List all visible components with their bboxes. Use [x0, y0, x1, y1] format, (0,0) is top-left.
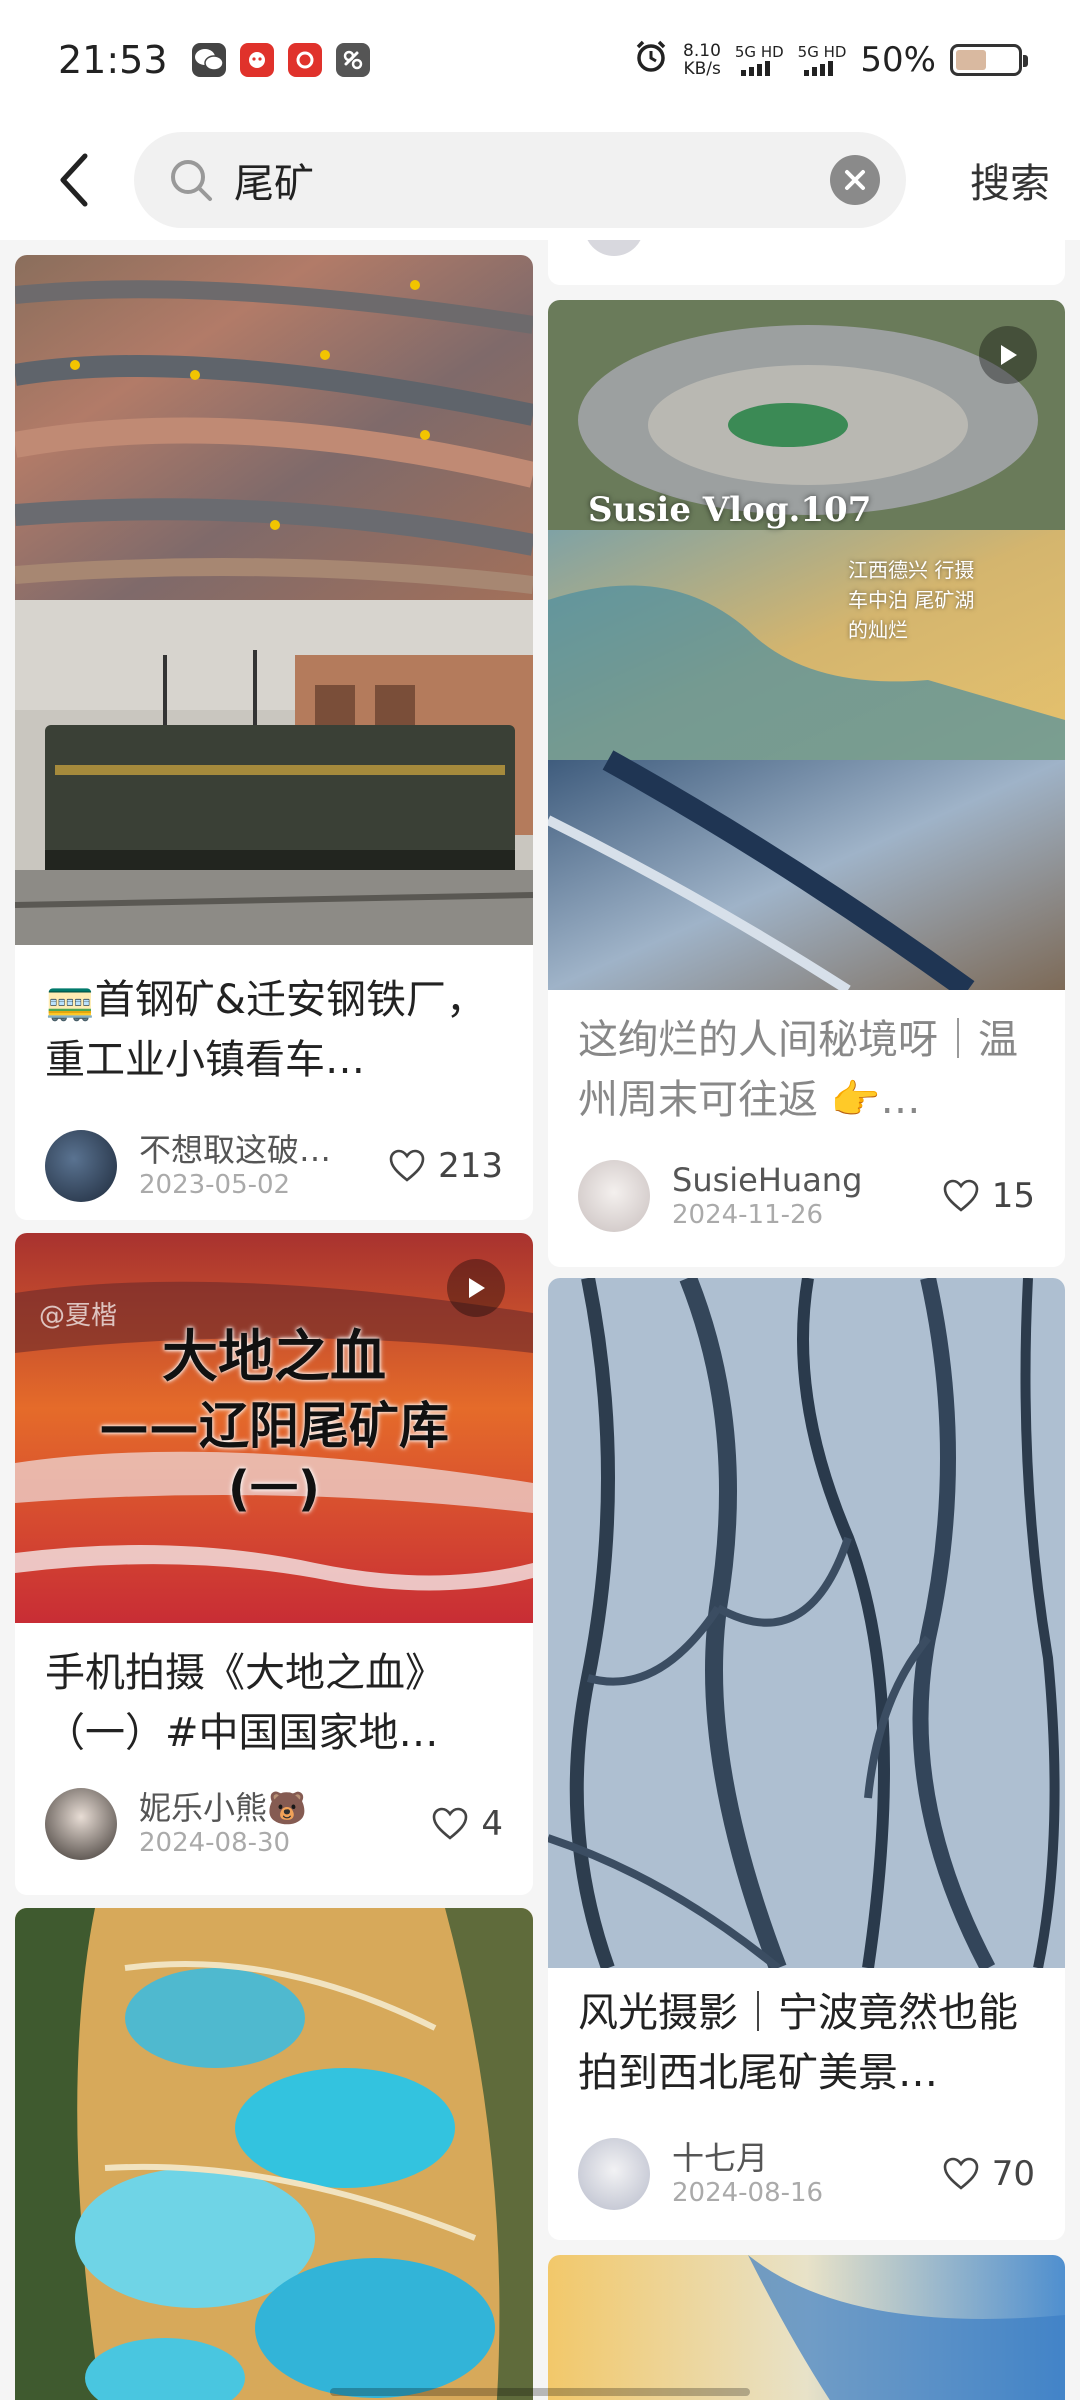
heart-icon: [389, 1149, 425, 1182]
note-meta: 妮乐小熊🐻 2024-08-30 4: [45, 1788, 503, 1860]
heart-icon: [943, 1179, 979, 1212]
like-button[interactable]: 15: [942, 1176, 1035, 1216]
status-right: 8.10 KB/s 5G HD 5G HD 50%: [633, 38, 1028, 83]
note-title: 风光摄影｜宁波竟然也能拍到西北尾矿美景…: [578, 1990, 1018, 2096]
like-count: 4: [481, 1804, 503, 1844]
like-count: 15: [991, 1176, 1035, 1216]
net-speed-unit: KB/s: [683, 59, 721, 79]
author-info: 不想取这破… 2023-05-02: [139, 1131, 331, 1201]
search-input[interactable]: [234, 157, 830, 203]
author-avatar[interactable]: [578, 2138, 650, 2210]
heart-icon: [943, 2157, 979, 2190]
video-overlay-title: 大地之血 ——辽阳尾矿库 (一): [15, 1323, 533, 1519]
note-meta: 不想取这破… 2023-05-02 213: [45, 1130, 503, 1202]
note-cover-image: [15, 255, 533, 945]
overlay-line-1: 大地之血: [162, 1325, 386, 1390]
results-feed[interactable]: 🚃首钢矿&迁安钢铁厂，重工业小镇看车… 不想取这破… 2023-05-02 21…: [0, 240, 1080, 2400]
note-date: 2023-05-02: [139, 1170, 291, 1200]
netease-music-icon: [287, 43, 322, 77]
note-date: 2023-11-25: [673, 240, 824, 244]
net-speed: 8.10 KB/s: [683, 42, 721, 78]
note-meta: 十七月 2024-08-16 70: [578, 2138, 1035, 2210]
notification-icons: [191, 43, 370, 77]
close-icon: [845, 170, 865, 190]
alarm-icon: [633, 38, 669, 83]
author-name[interactable]: SusieHuang: [672, 1161, 862, 1199]
signal-1: 5G HD: [735, 44, 784, 76]
author-name[interactable]: 妮乐小熊🐻: [139, 1789, 307, 1827]
play-icon: [1001, 345, 1017, 365]
video-overlay-subtitle: 江西德兴 行摄车中泊 尾矿湖的灿烂: [848, 558, 975, 642]
play-button[interactable]: [979, 326, 1037, 384]
author-info: SusieHuang 2024-11-26: [672, 1161, 862, 1231]
note-card[interactable]: [548, 2255, 1065, 2400]
author-info: 十七月 2024-08-16: [672, 2139, 823, 2209]
note-date: 2024-11-26: [672, 1200, 824, 1230]
signal-2: 5G HD: [797, 43, 847, 76]
author-avatar[interactable]: [584, 240, 644, 256]
author-info: 妮乐小熊🐻 2024-08-30: [139, 1789, 307, 1859]
search-icon: [171, 160, 212, 201]
search-box[interactable]: [134, 132, 906, 228]
signal-1-label: 5G HD: [734, 43, 784, 61]
status-bar: 21:53 8.10 KB/s 5G HD 5G HD 50%: [0, 0, 1080, 120]
clear-search-button[interactable]: [830, 155, 880, 205]
search-header: 搜索: [0, 120, 1080, 240]
note-card[interactable]: 2023-11-25: [548, 240, 1065, 285]
author-avatar[interactable]: [45, 1130, 117, 1202]
author-name[interactable]: 十七月: [672, 2139, 823, 2177]
like-count: 213: [438, 1146, 503, 1186]
author-avatar[interactable]: [45, 1788, 117, 1860]
heart-icon: [433, 1807, 468, 1840]
note-cover-image: [15, 1908, 533, 2400]
note-title: 手机拍摄《大地之血》（一）#中国国家地…: [45, 1650, 445, 1756]
chevron-left-icon: [60, 153, 88, 207]
note-title: 🚃首钢矿&迁安钢铁厂，重工业小镇看车…: [45, 977, 486, 1083]
note-cover-image: @夏楷 大地之血 ——辽阳尾矿库 (一): [15, 1233, 533, 1623]
note-title: 这绚烂的人间秘境呀｜温州周末可往返 👉…: [578, 1017, 1018, 1123]
note-cover-image: Susie Vlog.107 江西德兴 行摄车中泊 尾矿湖的灿烂: [548, 300, 1065, 990]
play-icon: [469, 1278, 485, 1298]
author-name[interactable]: 不想取这破…: [139, 1131, 331, 1169]
signal-2-label: 5G HD: [797, 43, 847, 61]
play-button[interactable]: [447, 1259, 505, 1317]
overlay-line-2: ——辽阳尾矿库: [99, 1397, 449, 1455]
note-meta: SusieHuang 2024-11-26 15: [578, 1160, 1035, 1232]
note-card[interactable]: [15, 1908, 533, 2400]
back-button[interactable]: [40, 135, 110, 225]
note-card[interactable]: Susie Vlog.107 江西德兴 行摄车中泊 尾矿湖的灿烂 这绚烂的人间秘…: [548, 300, 1065, 1267]
note-card[interactable]: @夏楷 大地之血 ——辽阳尾矿库 (一) 手机拍摄《大地之血》（一）#中国国家地…: [15, 1233, 533, 1895]
net-speed-value: 8.10: [683, 41, 721, 61]
note-card[interactable]: 🚃首钢矿&迁安钢铁厂，重工业小镇看车… 不想取这破… 2023-05-02 21…: [15, 255, 533, 1220]
status-time: 21:53: [58, 38, 168, 82]
note-card[interactable]: 风光摄影｜宁波竟然也能拍到西北尾矿美景… 十七月 2024-08-16 70: [548, 1278, 1065, 2240]
like-button[interactable]: 4: [431, 1804, 503, 1844]
video-overlay-title: Susie Vlog.107: [588, 490, 872, 530]
note-date: 2024-08-30: [139, 1828, 291, 1858]
link-app-icon: [335, 43, 370, 77]
search-button[interactable]: 搜索: [960, 141, 1060, 219]
app-root: 21:53 8.10 KB/s 5G HD 5G HD 50% 尾矿 搜索 🚃首…: [0, 0, 1080, 2400]
author-avatar[interactable]: [578, 1160, 650, 1232]
note-date: 2024-08-16: [672, 2178, 824, 2208]
like-count: 70: [991, 2154, 1035, 2194]
note-cover-image: [548, 1278, 1065, 1968]
battery-icon: [950, 44, 1028, 76]
note-cover-image: [548, 2255, 1065, 2400]
wechat-icon: [191, 43, 226, 77]
like-button[interactable]: 213: [388, 1146, 503, 1186]
home-indicator[interactable]: [330, 2388, 750, 2396]
signal-bars-icon: [740, 61, 770, 76]
overlay-line-3: (一): [228, 1461, 320, 1517]
signal-bars-icon: [803, 61, 833, 76]
app-notification-icon: [239, 43, 274, 77]
battery-percent: 50%: [860, 40, 936, 80]
like-button[interactable]: 70: [942, 2154, 1035, 2194]
